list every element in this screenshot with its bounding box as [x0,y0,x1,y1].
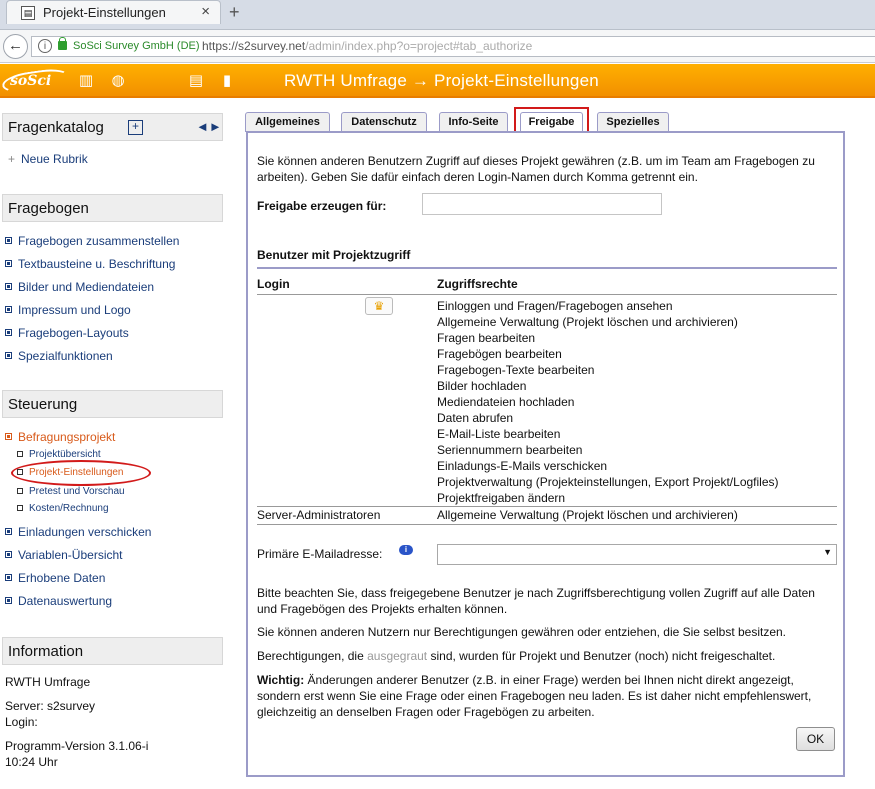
freigabe-panel: Sie können anderen Benutzern Zugriff auf… [246,131,845,777]
information-box: Information [2,637,223,665]
nav-projektuebersicht[interactable]: Projektübersicht [17,449,101,460]
col-login: Login [257,277,290,291]
page-favicon-icon: ▤ [21,6,35,20]
url-host: https://s2survey.net [202,39,306,53]
nav-befragungsprojekt[interactable]: Befragungsprojekt [5,430,115,444]
nav-kosten-rechnung[interactable]: Kosten/Rechnung [17,503,109,514]
right-item: Daten abrufen [437,411,514,425]
intro-text: Sie können anderen Benutzern Zugriff auf… [257,154,815,184]
nav-variablen[interactable]: Variablen-Übersicht [5,548,123,562]
note-warning: Wichtig: Änderungen anderer Benutzer (z.… [257,673,812,719]
mail-label: Primäre E-Mailadresse: [257,547,383,561]
info-bubble-icon[interactable]: i [399,545,413,555]
info-version: Programm-Version 3.1.06-i [5,739,149,753]
info-time: 10:24 Uhr [5,755,58,769]
admin-row: Server-Administratoren Allgemeine Verwal… [257,508,837,525]
new-tab-icon[interactable]: + [229,2,240,23]
nav-erhobene-daten[interactable]: Erhobene Daten [5,571,105,585]
steuerung-box: Steuerung [2,390,223,418]
tab-spezielles[interactable]: Spezielles [597,112,669,132]
right-item: Mediendateien hochladen [437,395,575,409]
note-permissions: Sie können anderen Nutzern nur Berechtig… [257,625,787,639]
ok-button[interactable]: OK [796,727,835,751]
greyed-word: ausgegraut [367,649,428,663]
fragebogen-title: Fragebogen [8,200,89,217]
help-bubble-icon[interactable]: ◍ [108,72,128,90]
note-greyed: Berechtigungen, die ausgegraut sind, wur… [257,649,776,663]
info-login: Login: [5,715,38,729]
steuerung-title: Steuerung [8,396,78,413]
new-section-link[interactable]: + Neue Rubrik [8,152,88,166]
sosci-logo[interactable]: soSci [0,66,72,96]
fragenkatalog-title: Fragenkatalog [8,119,104,136]
right-item: Allgemeine Verwaltung (Projekt löschen u… [437,315,738,329]
row-divider [257,506,837,507]
right-item: Projektfreigaben ändern [437,491,566,505]
note-access: Bitte beachten Sie, dass freigegebene Be… [257,586,815,616]
highlight-ellipse [11,460,151,486]
tab-info-seite[interactable]: Info-Seite [439,112,508,132]
crown-icon: ♛ [365,297,393,315]
page-title: RWTH Umfrage → Projekt-Einstellungen [284,71,599,90]
nav-spezialfunktionen[interactable]: Spezialfunktionen [5,349,113,363]
right-item: Seriennummern bearbeiten [437,443,583,457]
tab-allgemeines[interactable]: Allgemeines [245,112,330,132]
back-arrow-icon[interactable]: ← [3,34,28,59]
fragebogen-box: Fragebogen [2,194,223,222]
new-section-label: Neue Rubrik [21,152,88,166]
dropdown-arrow-icon: ▼ [823,547,832,557]
add-catalog-icon[interactable] [128,119,143,135]
nav-bilder-medien[interactable]: Bilder und Mediendateien [5,280,154,294]
nav-fragebogen-zusammenstellen[interactable]: Fragebogen zusammenstellen [5,234,179,248]
tab-datenschutz[interactable]: Datenschutz [341,112,427,132]
right-item: Fragebögen bearbeiten [437,347,562,361]
right-item: Projektverwaltung (Projekteinstellungen,… [437,475,779,489]
info-icon[interactable]: i [38,39,52,53]
nav-fragebogen-layouts[interactable]: Fragebogen-Layouts [5,326,129,340]
browser-tab[interactable]: ▤ Projekt-Einstellungen × [6,0,221,24]
collapse-icon[interactable]: ◄► [196,119,222,134]
share-label: Freigabe erzeugen für: [257,199,387,213]
users-heading: Benutzer mit Projektzugriff [257,248,837,269]
right-item: Fragebogen-Texte bearbeiten [437,363,595,377]
browser-tab-bar: ▤ Projekt-Einstellungen × + [0,0,875,30]
share-input[interactable] [422,193,662,215]
col-rights: Zugriffsrechte [437,277,518,291]
app-header: soSci ▥ ◍ ▤ ▮ RWTH Umfrage → Projekt-Ein… [0,64,875,98]
admin-rights: Allgemeine Verwaltung (Projekt löschen u… [437,508,738,522]
mail-select[interactable]: ▼ [437,544,837,565]
browser-tab-title: Projekt-Einstellungen [43,5,166,20]
table-header: Login Zugriffsrechte [257,277,837,295]
url-text[interactable]: https://s2survey.net/admin/index.php?o=p… [202,39,532,53]
site-identity[interactable]: SoSci Survey GmbH (DE) [73,40,200,52]
owner-rights-list: Einloggen und Fragen/Fragebogen ansehen … [437,298,779,506]
close-tab-icon[interactable]: × [201,3,210,20]
info-server: Server: s2survey [5,699,96,713]
right-item: Einladungs-E-Mails verschicken [437,459,608,473]
fragenkatalog-box: Fragenkatalog ◄► [2,113,223,141]
right-item: Bilder hochladen [437,379,527,393]
bar-chart-icon[interactable]: ▮ [217,72,237,90]
nav-datenauswertung[interactable]: Datenauswertung [5,594,112,608]
admin-login: Server-Administratoren [257,508,381,522]
nav-pretest-vorschau[interactable]: Pretest und Vorschau [17,486,125,497]
lock-icon [58,37,67,50]
document-list-icon[interactable]: ▤ [186,72,206,90]
right-item: E-Mail-Liste bearbeiten [437,427,561,441]
address-bar: ← i SoSci Survey GmbH (DE) https://s2sur… [0,30,875,63]
nav-einladungen[interactable]: Einladungen verschicken [5,525,151,539]
nav-impressum-logo[interactable]: Impressum und Logo [5,303,131,317]
right-item: Fragen bearbeiten [437,331,536,345]
info-project: RWTH Umfrage [5,675,91,689]
right-item: Einloggen und Fragen/Fragebogen ansehen [437,299,673,313]
nav-textbausteine[interactable]: Textbausteine u. Beschriftung [5,257,175,271]
url-field[interactable]: i SoSci Survey GmbH (DE) https://s2surve… [31,36,875,57]
book-icon[interactable]: ▥ [76,72,96,90]
logo-text: soSci [10,73,52,89]
information-title: Information [8,643,84,660]
url-path: /admin/index.php?o=project#tab_authorize [305,39,533,53]
